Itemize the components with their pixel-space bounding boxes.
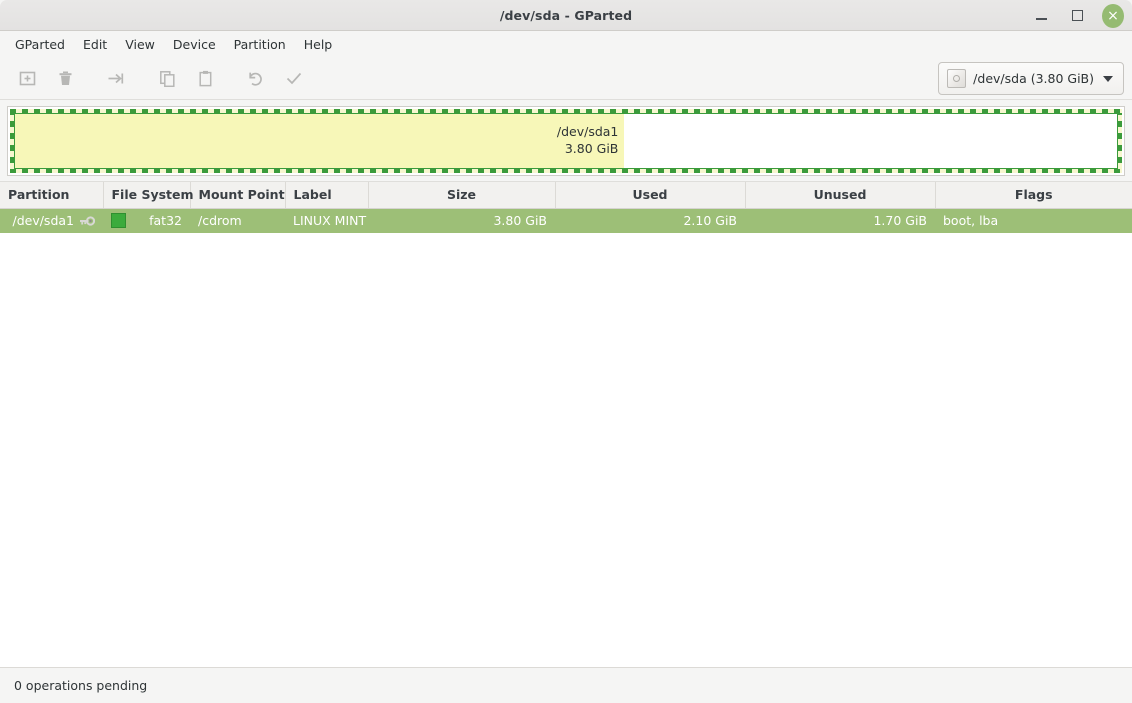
- menu-item-partition[interactable]: Partition: [225, 34, 295, 55]
- partition-graphic-sda1[interactable]: /dev/sda1 3.80 GiB: [10, 109, 1122, 173]
- copy-icon: [159, 70, 175, 87]
- gparted-window: /dev/sda - GParted × GParted Edit View D…: [0, 0, 1132, 703]
- copy-button[interactable]: [148, 62, 186, 94]
- device-selector[interactable]: /dev/sda (3.80 GiB): [938, 62, 1124, 95]
- table-row[interactable]: /dev/sda1 fat32 /cdrom LINUX MINT 3.80 G…: [0, 208, 1132, 233]
- cell-size: 3.80 GiB: [368, 208, 555, 233]
- check-icon: [286, 72, 302, 84]
- paste-button[interactable]: [186, 62, 224, 94]
- partition-graphic-name: /dev/sda1: [556, 124, 619, 140]
- table-header-row: Partition File System Mount Point Label …: [0, 182, 1132, 209]
- column-header-used[interactable]: Used: [555, 182, 746, 209]
- menu-item-view[interactable]: View: [116, 34, 164, 55]
- undo-icon: [249, 72, 262, 86]
- new-partition-button[interactable]: [8, 62, 46, 94]
- cell-filesystem-name: fat32: [149, 213, 182, 229]
- filesystem-color-swatch: [111, 213, 126, 229]
- resize-move-button[interactable]: [97, 62, 135, 94]
- menu-bar: GParted Edit View Device Partition Help: [0, 31, 1132, 57]
- cell-used: 2.10 GiB: [555, 208, 745, 233]
- menu-item-gparted[interactable]: GParted: [6, 34, 74, 55]
- cell-mount-point: /cdrom: [190, 208, 285, 233]
- cell-unused: 1.70 GiB: [745, 208, 935, 233]
- cell-flags: boot, lba: [935, 208, 1132, 233]
- partition-graphic-body: /dev/sda1 3.80 GiB: [14, 113, 1118, 169]
- device-selector-label: /dev/sda (3.80 GiB): [973, 71, 1094, 86]
- cell-label: LINUX MINT: [285, 208, 368, 233]
- disk-graphic-area: /dev/sda1 3.80 GiB: [0, 100, 1132, 181]
- cell-file-system: fat32: [103, 208, 190, 233]
- maximize-button[interactable]: [1066, 5, 1088, 27]
- partition-graphic-caption: /dev/sda1 3.80 GiB: [15, 124, 624, 158]
- column-header-label[interactable]: Label: [285, 182, 369, 209]
- chevron-down-icon: [1103, 75, 1113, 82]
- partition-graphic-size: 3.80 GiB: [564, 141, 619, 156]
- minimize-button[interactable]: [1030, 5, 1052, 27]
- menu-item-help[interactable]: Help: [295, 34, 342, 55]
- column-header-size[interactable]: Size: [368, 182, 556, 209]
- column-header-partition[interactable]: Partition: [0, 182, 104, 209]
- window-title: /dev/sda - GParted: [499, 7, 633, 23]
- status-bar: 0 operations pending: [0, 667, 1132, 703]
- maximize-icon: [1071, 10, 1083, 21]
- cell-partition-name: /dev/sda1: [12, 213, 74, 229]
- paste-icon: [198, 70, 211, 86]
- column-header-unused[interactable]: Unused: [745, 182, 936, 209]
- menu-item-device[interactable]: Device: [164, 34, 225, 55]
- undo-button[interactable]: [237, 62, 275, 94]
- minimize-icon: [1035, 18, 1047, 20]
- hard-disk-icon: [947, 69, 967, 88]
- menu-item-edit[interactable]: Edit: [74, 34, 116, 55]
- toolbar: /dev/sda (3.80 GiB): [0, 57, 1132, 100]
- column-header-flags[interactable]: Flags: [935, 182, 1132, 209]
- close-icon: ×: [1102, 3, 1124, 28]
- resize-move-icon: [108, 73, 124, 83]
- partition-table: Partition File System Mount Point Label …: [0, 181, 1132, 667]
- toolbar-buttons: [8, 62, 313, 94]
- close-button[interactable]: ×: [1102, 3, 1124, 28]
- key-icon: [79, 215, 95, 227]
- disk-graphic-frame: /dev/sda1 3.80 GiB: [7, 106, 1125, 176]
- delete-partition-button[interactable]: [46, 62, 84, 94]
- new-partition-icon: [19, 71, 35, 85]
- apply-button[interactable]: [275, 62, 313, 94]
- trash-icon: [59, 71, 71, 85]
- status-bar-text: 0 operations pending: [14, 678, 148, 693]
- column-header-file-system[interactable]: File System: [103, 182, 194, 209]
- window-controls: ×: [1030, 0, 1124, 31]
- column-header-mount-point[interactable]: Mount Point: [190, 182, 286, 209]
- title-bar[interactable]: /dev/sda - GParted ×: [0, 0, 1132, 31]
- cell-partition: /dev/sda1: [0, 208, 103, 233]
